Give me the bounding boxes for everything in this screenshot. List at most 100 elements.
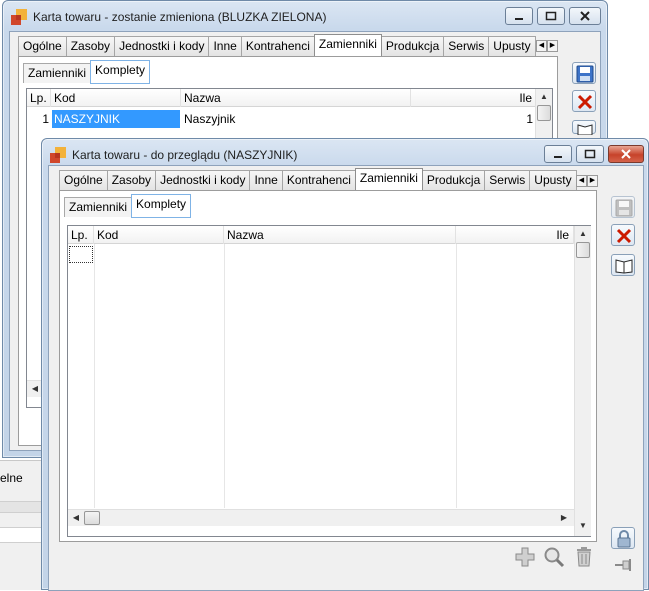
tab-zamienniki[interactable]: Zamienniki (313, 34, 382, 56)
tab-upusty[interactable]: Upusty (529, 170, 577, 190)
search-icon (544, 547, 565, 568)
back-row-lp[interactable]: 1 (27, 110, 51, 128)
column-divider (94, 244, 95, 508)
scroll-thumb[interactable] (537, 105, 551, 121)
subtab-zamienniki[interactable]: Zamienniki (23, 63, 92, 83)
close-window-button[interactable] (569, 7, 601, 25)
scroll-thumb[interactable] (84, 511, 100, 525)
save-icon (576, 65, 594, 83)
tab-scroll-left[interactable]: ◀ (576, 175, 587, 187)
cancel-button[interactable] (611, 224, 635, 246)
back-window-title: Karta towaru - zostanie zmieniona (BLUZK… (33, 10, 327, 24)
close-icon (616, 228, 632, 244)
back-row-nazwa[interactable]: Naszyjnik (183, 110, 403, 128)
focused-cell[interactable] (69, 246, 93, 263)
scroll-up-arrow[interactable]: ▲ (536, 89, 552, 105)
tab-upusty[interactable]: Upusty (488, 36, 536, 56)
background-app-row (0, 501, 45, 513)
scroll-right-arrow[interactable]: ▶ (556, 510, 572, 526)
col-ile[interactable]: Ile (411, 89, 537, 107)
front-grid-hscroll[interactable]: ◀ ▶ (68, 509, 574, 526)
front-window-client: Ogólne Zasoby Jednostki i kody Inne Kont… (48, 165, 644, 591)
col-nazwa[interactable]: Nazwa (181, 89, 411, 107)
front-window-title: Karta towaru - do przeglądu (NASZYJNIK) (72, 148, 298, 162)
search-button[interactable] (542, 545, 566, 569)
close-window-button[interactable] (608, 145, 644, 163)
app-icon (11, 9, 27, 25)
tab-ogolne[interactable]: Ogólne (59, 170, 108, 190)
scroll-left-arrow[interactable]: ◀ (68, 510, 84, 526)
tab-scroll-left[interactable]: ◀ (536, 40, 547, 52)
back-save-button[interactable] (572, 62, 596, 84)
back-grid-header: Lp. Kod Nazwa Ile (27, 89, 552, 107)
tab-produkcja[interactable]: Produkcja (380, 36, 445, 56)
back-subtabs: Zamienniki Komplety (23, 60, 151, 84)
background-app-label: elne (0, 471, 23, 485)
tab-jednostki-i-kody[interactable]: Jednostki i kody (155, 170, 251, 190)
tab-zamienniki[interactable]: Zamienniki (354, 168, 423, 190)
tab-ogolne[interactable]: Ogólne (18, 36, 67, 56)
maximize-icon (545, 11, 557, 21)
tab-produkcja[interactable]: Produkcja (421, 170, 486, 190)
front-subtabs: Zamienniki Komplety (64, 194, 192, 218)
book-icon (615, 259, 633, 274)
background-app-panel: elne (0, 460, 45, 590)
back-book-button[interactable] (572, 120, 596, 135)
scroll-thumb[interactable] (576, 242, 590, 258)
front-window-tabs: Ogólne Zasoby Jednostki i kody Inne Kont… (59, 168, 577, 190)
col-kod[interactable]: Kod (94, 226, 224, 244)
maximize-button[interactable] (576, 145, 604, 163)
close-icon (580, 11, 590, 21)
tab-inne[interactable]: Inne (249, 170, 283, 190)
minimize-icon (515, 18, 523, 20)
tab-zasoby[interactable]: Zasoby (106, 170, 157, 190)
tab-kontrahenci[interactable]: Kontrahenci (281, 170, 356, 190)
maximize-icon (584, 149, 596, 159)
col-nazwa[interactable]: Nazwa (224, 226, 456, 244)
col-lp[interactable]: Lp. (68, 226, 94, 244)
tab-kontrahenci[interactable]: Kontrahenci (240, 36, 315, 56)
delete-button[interactable] (572, 545, 596, 569)
tab-jednostki-i-kody[interactable]: Jednostki i kody (114, 36, 210, 56)
lock-button[interactable] (611, 527, 635, 549)
col-ile[interactable]: Ile (456, 226, 574, 244)
background-app-row (0, 527, 45, 543)
front-grid: Lp. Kod Nazwa Ile ▲ ▼ ◀ ▶ (67, 225, 591, 537)
delete-icon (577, 547, 591, 567)
add-button[interactable] (513, 545, 537, 569)
back-cancel-button[interactable] (572, 90, 596, 112)
front-window: Karta towaru - do przeglądu (NASZYJNIK) … (41, 138, 649, 591)
pin-button[interactable] (611, 554, 635, 576)
column-divider (456, 244, 457, 508)
front-tab-panel: Zamienniki Komplety Lp. Kod Nazwa Ile ▲ … (59, 190, 597, 542)
subtab-zamienniki[interactable]: Zamienniki (64, 197, 133, 217)
scroll-down-arrow[interactable]: ▼ (575, 518, 591, 534)
back-window-titlebar[interactable]: Karta towaru - zostanie zmieniona (BLUZK… (3, 1, 607, 31)
tab-serwis[interactable]: Serwis (443, 36, 490, 56)
back-row-ile[interactable]: 1 (411, 110, 533, 128)
minimize-button[interactable] (505, 7, 533, 25)
tab-scroll-buttons: ◀ ▶ (536, 40, 558, 52)
scroll-up-arrow[interactable]: ▲ (575, 226, 591, 242)
save-icon (615, 199, 633, 217)
save-button[interactable] (611, 196, 635, 218)
book-button[interactable] (611, 254, 635, 276)
tab-serwis[interactable]: Serwis (484, 170, 531, 190)
col-kod[interactable]: Kod (51, 89, 181, 107)
subtab-komplety[interactable]: Komplety (131, 194, 192, 218)
tab-inne[interactable]: Inne (208, 36, 242, 56)
front-grid-vscroll[interactable]: ▲ ▼ (574, 226, 591, 536)
tab-scroll-right[interactable]: ▶ (547, 40, 558, 52)
front-grid-header: Lp. Kod Nazwa Ile (68, 226, 590, 244)
maximize-button[interactable] (537, 7, 565, 25)
tab-zasoby[interactable]: Zasoby (65, 36, 116, 56)
subtab-komplety[interactable]: Komplety (90, 60, 151, 84)
app-icon (50, 147, 66, 163)
back-row-kod[interactable]: NASZYJNIK (52, 110, 180, 128)
col-lp[interactable]: Lp. (27, 89, 51, 107)
minimize-button[interactable] (544, 145, 572, 163)
close-icon (577, 94, 593, 110)
add-icon (515, 547, 535, 567)
minimize-icon (554, 156, 562, 158)
tab-scroll-right[interactable]: ▶ (587, 175, 598, 187)
